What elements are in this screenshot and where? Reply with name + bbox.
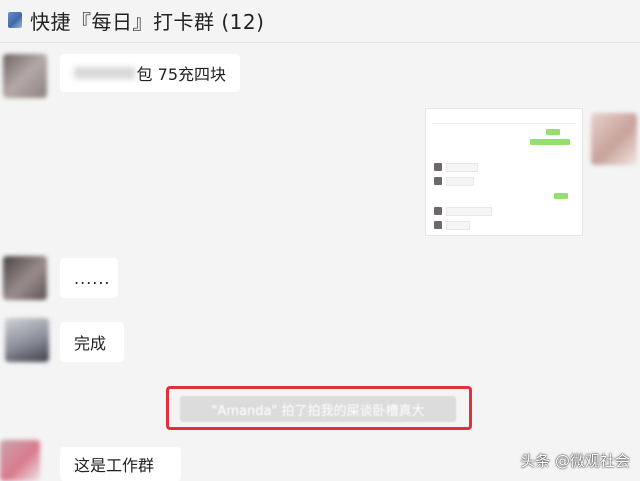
message-bubble[interactable]: 这是工作群 <box>60 447 181 481</box>
image-green-bubble <box>554 193 568 199</box>
blurred-text <box>74 67 135 79</box>
message-text: ...... <box>74 268 111 288</box>
message-bubble[interactable]: ...... <box>60 258 118 298</box>
header-divider <box>0 42 640 43</box>
avatar-self[interactable] <box>591 113 637 165</box>
highlight-box <box>166 386 472 430</box>
avatar[interactable] <box>5 318 49 362</box>
message-bubble[interactable]: 完成 <box>60 322 124 362</box>
message-text: 完成 <box>74 334 107 353</box>
avatar[interactable] <box>3 54 47 98</box>
chat-header: 快捷『每日』打卡群 (12) <box>0 0 640 40</box>
image-divider <box>432 123 576 124</box>
image-avatar <box>434 163 442 171</box>
image-green-bubble <box>546 129 560 135</box>
avatar[interactable] <box>0 440 40 481</box>
image-white-bubble <box>446 207 492 216</box>
image-message[interactable] <box>425 108 583 236</box>
image-avatar <box>434 221 442 229</box>
image-white-bubble <box>446 221 470 230</box>
app-icon <box>8 12 22 28</box>
image-green-bubble <box>530 139 570 145</box>
image-white-bubble <box>446 163 478 172</box>
chat-title[interactable]: 快捷『每日』打卡群 (12) <box>30 6 264 35</box>
image-white-bubble <box>446 177 474 186</box>
message-text: 包 75充四块 <box>136 65 226 84</box>
message-text: 这是工作群 <box>74 456 155 475</box>
avatar[interactable] <box>3 256 47 300</box>
image-avatar <box>434 177 442 185</box>
image-avatar <box>434 207 442 215</box>
watermark: 头条 @微观社会 <box>520 452 630 470</box>
message-bubble[interactable]: 包 75充四块 <box>60 54 240 92</box>
